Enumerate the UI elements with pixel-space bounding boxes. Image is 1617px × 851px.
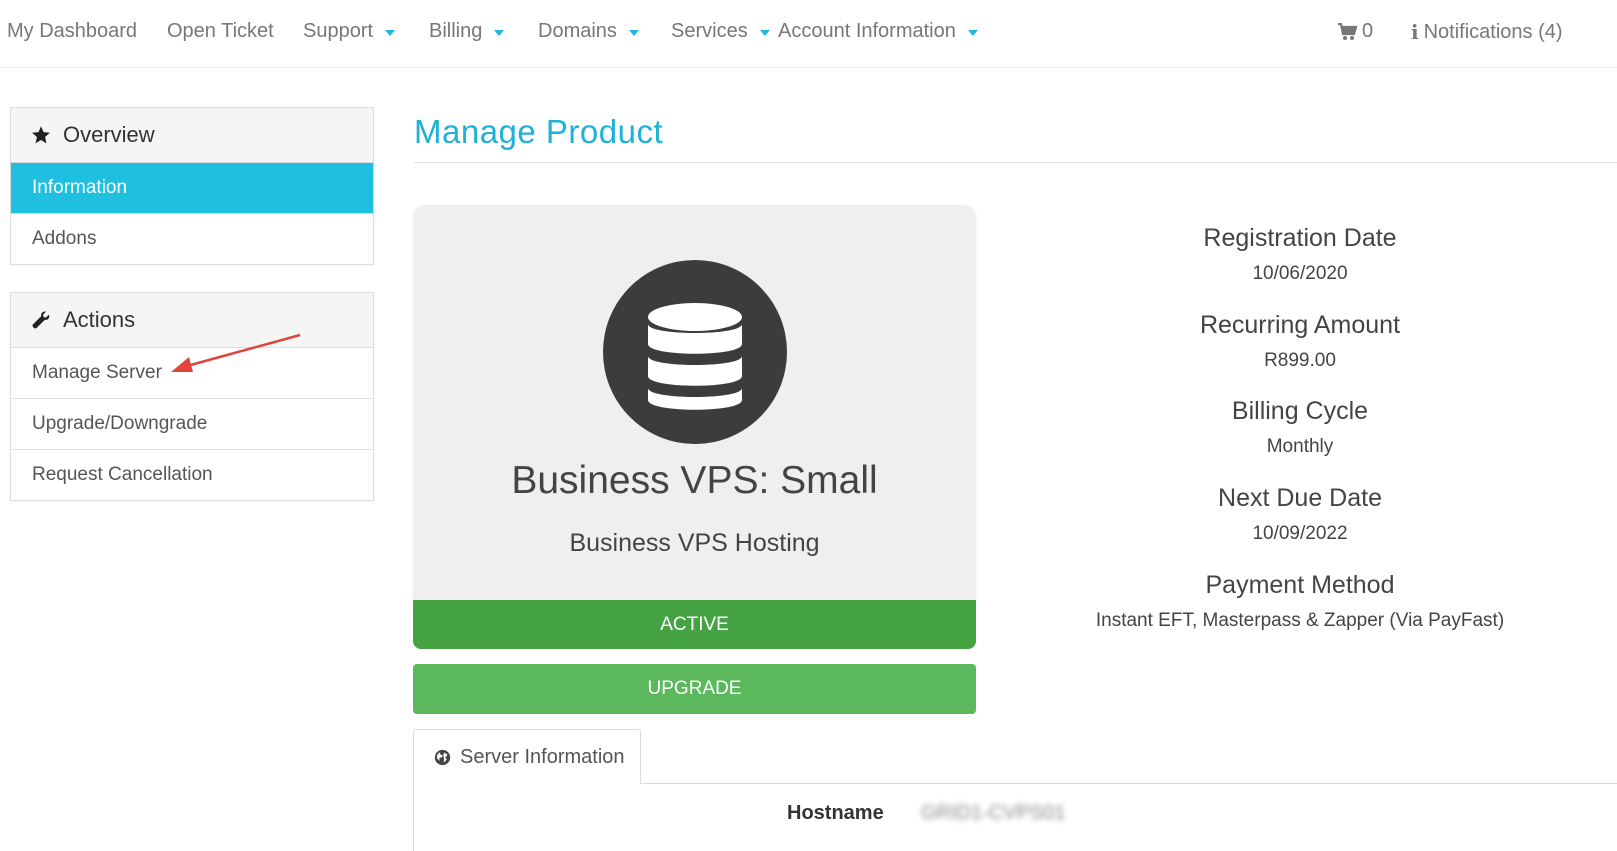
detail-value: 10/09/2022 [1252, 523, 1348, 544]
nav-services[interactable]: Services [671, 20, 770, 43]
detail-label: Billing Cycle [1231, 397, 1369, 425]
sidebar-item-request-cancellation[interactable]: Request Cancellation [11, 450, 373, 500]
actions-title: Actions [63, 307, 136, 332]
detail-payment-method: Payment Method Instant EFT, Masterpass &… [1000, 571, 1600, 632]
sidebar-item-label: Manage Server [32, 362, 162, 383]
top-navbar: My Dashboard Open Ticket Support Billing… [0, 0, 1617, 68]
sidebar-item-upgrade-downgrade[interactable]: Upgrade/Downgrade [11, 399, 373, 450]
nav-label: Open Ticket [167, 20, 274, 42]
detail-recurring-amount: Recurring Amount R899.00 [1000, 311, 1600, 372]
status-badge: ACTIVE [413, 600, 976, 649]
chevron-down-icon [967, 30, 978, 36]
title-divider [414, 162, 1617, 163]
detail-registration-date: Registration Date 10/06/2020 [1000, 224, 1600, 285]
detail-label: Registration Date [1203, 224, 1397, 252]
sidebar-item-addons[interactable]: Addons [11, 214, 373, 264]
tab-server-information[interactable]: Server Information [413, 729, 641, 784]
product-group: Business VPS Hosting [569, 529, 820, 557]
nav-label: Account Information [778, 20, 956, 42]
nav-domains[interactable]: Domains [538, 20, 639, 43]
cart-link[interactable]: 0 [1338, 20, 1373, 43]
globe-icon [434, 749, 451, 765]
page-title: Manage Product [414, 113, 664, 150]
detail-label: Next Due Date [1218, 484, 1382, 512]
chevron-down-icon [628, 30, 639, 36]
nav-label: My Dashboard [7, 20, 138, 42]
tab-label: Server Information [460, 745, 625, 768]
detail-value: Instant EFT, Masterpass & Zapper (Via Pa… [1095, 610, 1505, 631]
sidebar-item-label: Upgrade/Downgrade [32, 413, 208, 434]
nav-label: Billing [429, 20, 483, 42]
cart-count: 0 [1362, 20, 1374, 42]
detail-value: R899.00 [1264, 350, 1336, 371]
detail-label: Recurring Amount [1199, 311, 1401, 339]
sidebar-item-label: Request Cancellation [32, 464, 213, 485]
product-card: Business VPS: Small Business VPS Hosting [413, 205, 976, 605]
nav-open-ticket[interactable]: Open Ticket [167, 20, 274, 43]
nav-account-information[interactable]: Account Information [778, 20, 978, 43]
chevron-down-icon [385, 30, 396, 36]
star-icon [32, 126, 50, 144]
nav-label: Domains [538, 20, 617, 42]
nav-my-dashboard[interactable]: My Dashboard [7, 20, 137, 43]
overview-title: Overview [63, 122, 155, 147]
wrench-icon [32, 311, 50, 329]
detail-next-due-date: Next Due Date 10/09/2022 [1000, 484, 1600, 545]
detail-billing-cycle: Billing Cycle Monthly [1000, 397, 1600, 458]
info-icon: i [1411, 20, 1419, 44]
notifications-label: Notifications (4) [1423, 20, 1563, 43]
product-name: Business VPS: Small [511, 459, 878, 502]
detail-label: Payment Method [1205, 571, 1395, 599]
tab-content-border [413, 784, 414, 851]
annotation-arrow [171, 333, 301, 372]
shopping-cart-icon [1338, 22, 1358, 40]
overview-panel: Overview Information Addons [10, 107, 374, 265]
detail-value: 10/06/2020 [1252, 263, 1348, 284]
sidebar-item-label: Addons [32, 228, 97, 249]
nav-label: Support [303, 20, 374, 42]
chevron-down-icon [759, 30, 770, 36]
sidebar-item-information[interactable]: Information [11, 163, 373, 214]
database-icon [603, 260, 787, 444]
nav-support[interactable]: Support [303, 20, 396, 43]
hostname-value: GRID1-CVPS01 [921, 802, 1066, 824]
upgrade-button[interactable]: UPGRADE [413, 664, 976, 714]
actions-panel: Actions Manage Server Upgrade/Downgrade … [10, 292, 374, 501]
hostname-label: Hostname [787, 802, 884, 824]
sidebar-item-label: Information [32, 177, 128, 198]
notifications-link[interactable]: i Notifications (4) [1411, 20, 1563, 44]
chevron-down-icon [494, 30, 505, 36]
overview-panel-header: Overview [11, 108, 373, 163]
nav-billing[interactable]: Billing [429, 20, 505, 43]
nav-label: Services [671, 20, 748, 42]
detail-value: Monthly [1266, 436, 1334, 457]
tab-bar-divider [641, 783, 1617, 784]
